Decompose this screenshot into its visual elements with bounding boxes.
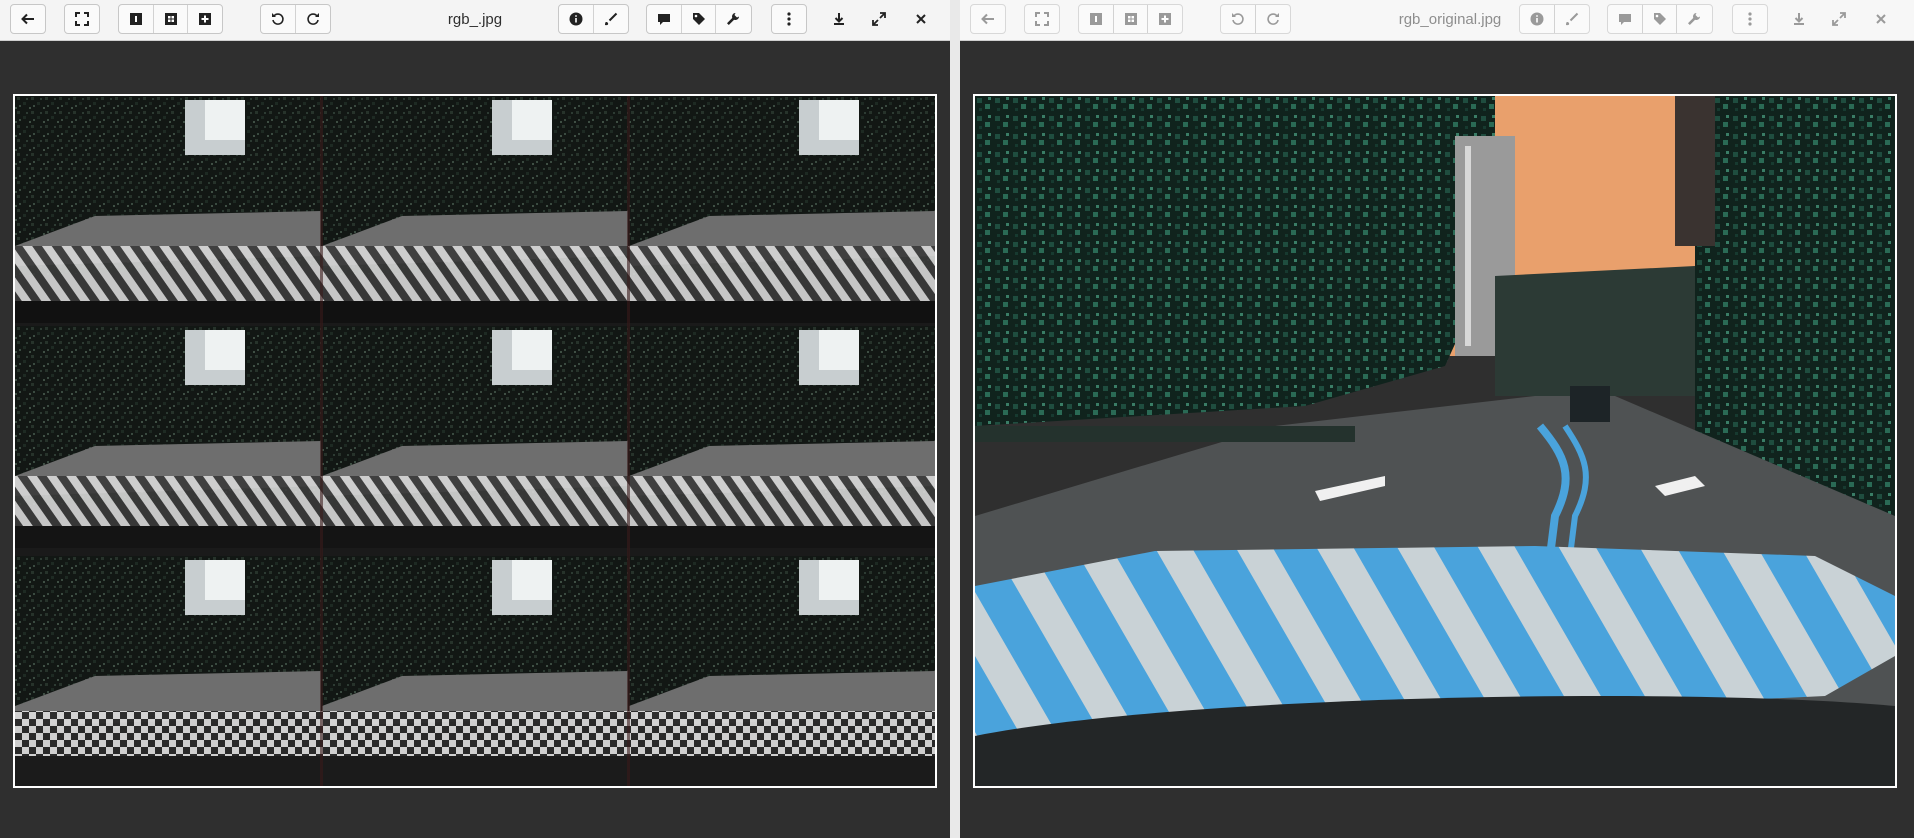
close-icon — [916, 14, 926, 24]
add-image-icon — [1158, 13, 1171, 25]
rotate-right-button[interactable] — [295, 5, 329, 33]
view-mode-group — [118, 4, 223, 34]
tools-button[interactable] — [1676, 5, 1710, 33]
annotation-group — [646, 4, 752, 34]
more-vertical-icon — [787, 12, 791, 26]
fullscreen-icon — [872, 12, 886, 26]
more-group — [771, 4, 807, 34]
fit-to-window-icon — [75, 12, 89, 26]
back-arrow-icon — [981, 13, 994, 25]
split-divider[interactable] — [950, 0, 960, 838]
close-button[interactable] — [904, 4, 938, 34]
left-image-viewer: rgb_.jpg — [0, 0, 950, 838]
back-button-group — [970, 4, 1006, 34]
download-button[interactable] — [822, 4, 856, 34]
fit-to-window-icon — [1035, 12, 1049, 26]
rotate-right-button[interactable] — [1255, 5, 1289, 33]
back-button[interactable] — [971, 5, 1005, 33]
fullscreen-button[interactable] — [862, 4, 896, 34]
grid-view-button[interactable] — [153, 5, 187, 33]
add-image-button[interactable] — [1147, 5, 1181, 33]
original-image-canvas — [975, 96, 1895, 786]
tag-icon — [692, 13, 705, 25]
add-image-button[interactable] — [187, 5, 221, 33]
close-button[interactable] — [1864, 4, 1898, 34]
view-mode-group — [1078, 4, 1183, 34]
tag-button[interactable] — [1642, 5, 1676, 33]
rotate-group — [1220, 4, 1291, 34]
wrench-icon — [1687, 13, 1700, 25]
grid-view-icon — [1124, 13, 1137, 25]
annotation-group — [1607, 4, 1713, 34]
edit-button[interactable] — [593, 5, 627, 33]
left-toolbar: rgb_.jpg — [0, 0, 950, 41]
tools-button[interactable] — [715, 5, 749, 33]
more-group — [1732, 4, 1768, 34]
add-image-icon — [198, 13, 211, 25]
info-icon — [569, 12, 583, 26]
rotate-left-icon — [272, 13, 284, 25]
comment-button[interactable] — [647, 5, 681, 33]
edit-brush-icon — [1565, 12, 1578, 26]
fit-button-group — [64, 4, 100, 34]
more-button[interactable] — [772, 5, 806, 33]
rotate-left-button[interactable] — [261, 5, 295, 33]
wrench-icon — [726, 13, 739, 25]
info-icon — [1530, 12, 1544, 26]
download-icon — [834, 13, 844, 25]
tag-icon — [1653, 13, 1666, 25]
back-arrow-icon — [21, 13, 34, 25]
original-image[interactable] — [973, 94, 1897, 788]
more-button[interactable] — [1733, 5, 1767, 33]
close-icon — [1876, 14, 1886, 24]
fullscreen-button[interactable] — [1822, 4, 1856, 34]
grid-view-icon — [164, 13, 177, 25]
file-title: rgb_original.jpg — [1398, 11, 1502, 28]
rotate-left-button[interactable] — [1221, 5, 1255, 33]
single-view-button[interactable] — [1079, 5, 1113, 33]
info-edit-group — [1519, 4, 1590, 34]
edit-brush-icon — [604, 12, 617, 26]
download-button[interactable] — [1782, 4, 1816, 34]
single-image-icon — [130, 13, 142, 25]
info-button[interactable] — [559, 5, 593, 33]
info-button[interactable] — [1520, 5, 1554, 33]
fit-to-window-button[interactable] — [65, 5, 99, 33]
tiled-image[interactable] — [13, 94, 937, 788]
rotate-group — [260, 4, 331, 34]
comment-button[interactable] — [1608, 5, 1642, 33]
rotate-right-icon — [1266, 13, 1279, 25]
rotate-left-icon — [1232, 13, 1244, 25]
more-vertical-icon — [1748, 12, 1752, 26]
tag-button[interactable] — [681, 5, 715, 33]
info-edit-group — [558, 4, 629, 34]
back-button[interactable] — [11, 5, 45, 33]
single-image-icon — [1090, 13, 1102, 25]
edit-button[interactable] — [1554, 5, 1588, 33]
download-icon — [1794, 13, 1804, 25]
fit-button-group — [1024, 4, 1060, 34]
file-title: rgb_.jpg — [447, 11, 503, 28]
comment-icon — [1619, 14, 1631, 25]
comment-icon — [658, 14, 670, 25]
single-view-button[interactable] — [119, 5, 153, 33]
tiled-image-canvas — [15, 96, 935, 786]
right-toolbar: rgb_original.jpg — [960, 0, 1914, 41]
fit-to-window-button[interactable] — [1025, 5, 1059, 33]
fullscreen-icon — [1832, 12, 1846, 26]
back-button-group — [10, 4, 46, 34]
right-image-viewer: rgb_original.jpg — [960, 0, 1914, 838]
grid-view-button[interactable] — [1113, 5, 1147, 33]
rotate-right-icon — [306, 13, 319, 25]
